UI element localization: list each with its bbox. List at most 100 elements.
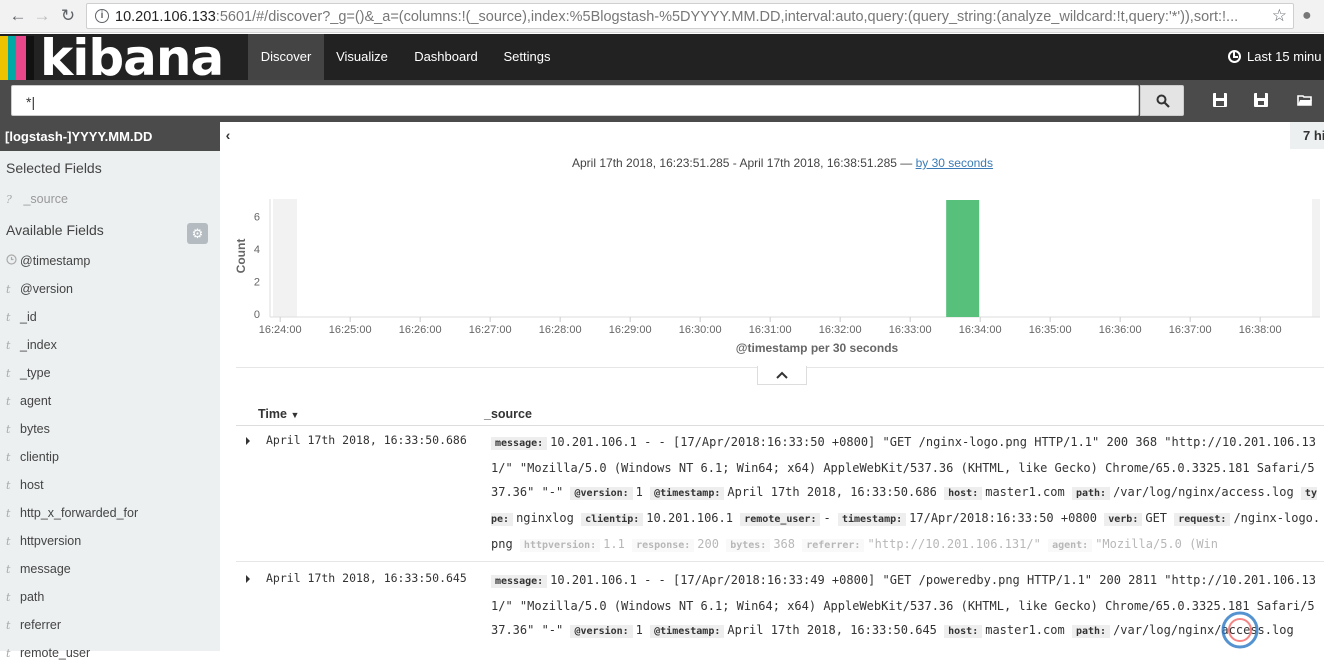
range-start-shade — [273, 199, 297, 317]
index-pattern-selector[interactable]: [logstash-]YYYY.MM.DD — [0, 122, 220, 151]
expand-caret-icon[interactable] — [243, 574, 253, 584]
field-item[interactable]: ? _source — [6, 192, 211, 210]
source-value: 1.1 — [603, 537, 625, 551]
x-tick-label: 16:35:00 — [1029, 324, 1072, 336]
save-icon[interactable] — [1253, 92, 1269, 108]
source-key: path: — [1071, 625, 1111, 638]
field-item[interactable]: @timestamp — [6, 254, 211, 272]
field-item[interactable]: t _index — [6, 338, 211, 356]
field-name: httpversion — [20, 534, 82, 548]
hit-count: 7 hi — [1290, 122, 1324, 149]
source-field: timestamp: 17/Apr/2018:16:33:50 +0800 — [837, 511, 1104, 526]
time-column-header[interactable]: Time ▼ — [258, 407, 299, 421]
bookmark-star-icon[interactable]: ☆ — [1272, 6, 1287, 26]
x-tick-label: 16:25:00 — [329, 324, 372, 336]
x-tick-label: 16:28:00 — [539, 324, 582, 336]
field-name: message — [20, 562, 71, 576]
source-key: response: — [632, 539, 695, 552]
time-column-label: Time — [258, 407, 287, 421]
expand-caret-icon[interactable] — [243, 436, 253, 446]
url-path: :5601/#/discover?_g=()&_a=(columns:!(_so… — [215, 9, 1239, 25]
source-field: @version: 1 — [570, 623, 650, 638]
source-value: "Mozilla/5.0 (Win — [1095, 537, 1219, 551]
field-item[interactable]: t http_x_forwarded_for — [6, 506, 211, 524]
toggle-chart-button[interactable] — [757, 366, 807, 385]
tab-settings[interactable]: Settings — [492, 34, 562, 80]
collapse-sidebar-button[interactable]: ‹ — [220, 122, 236, 149]
x-tick-label: 16:31:00 — [749, 324, 792, 336]
field-item[interactable]: t bytes — [6, 422, 211, 440]
extension-drop-icon[interactable]: ● — [1302, 7, 1312, 25]
histogram-bar — [946, 200, 980, 317]
address-bar[interactable]: i 10.201.106.133:5601/#/discover?_g=()&_… — [86, 3, 1294, 29]
source-key: @version: — [570, 487, 633, 500]
source-value: 200 — [697, 537, 719, 551]
url-text[interactable]: 10.201.106.133:5601/#/discover?_g=()&_a=… — [115, 9, 1265, 25]
tab-discover[interactable]: Discover — [248, 34, 324, 80]
table-row[interactable]: April 17th 2018, 16:33:50.686 message: 10.… — [236, 426, 1324, 562]
x-tick-label: 16:30:00 — [679, 324, 722, 336]
field-name: _source — [23, 192, 68, 206]
field-item[interactable]: t _type — [6, 366, 211, 384]
field-item[interactable]: t _id — [6, 310, 211, 328]
document-source: message: 10.201.106.1 - - [17/Apr/2018:16… — [491, 568, 1321, 658]
time-picker[interactable]: Last 15 minu — [1228, 34, 1321, 80]
time-range-label: April 17th 2018, 16:23:51.285 - April 17… — [572, 156, 993, 170]
back-icon[interactable]: ← — [8, 6, 28, 26]
range-end-shade — [1312, 199, 1320, 317]
field-type-icon: t — [6, 647, 11, 660]
source-value: 1 — [635, 623, 643, 637]
field-type-icon: t — [6, 507, 11, 520]
x-tick-label: 16:33:00 — [889, 324, 932, 336]
kibana-logo[interactable]: kibana — [0, 29, 230, 87]
field-item[interactable]: t path — [6, 590, 211, 608]
y-tick-label: 6 — [254, 211, 260, 223]
search-button[interactable] — [1140, 85, 1184, 116]
available-fields-heading: Available Fields — [6, 222, 104, 238]
x-axis-label: @timestamp per 30 seconds — [736, 341, 899, 355]
field-item[interactable]: t message — [6, 562, 211, 580]
reload-icon[interactable]: ↻ — [58, 6, 78, 26]
field-name: bytes — [20, 422, 50, 436]
source-value: master1.com — [985, 485, 1065, 499]
kibana-navbar: kibana Discover Visualize Dashboard Sett… — [0, 29, 1324, 87]
sort-desc-icon[interactable]: ▼ — [290, 410, 299, 420]
source-field: host: master1.com — [944, 623, 1072, 638]
field-settings-gear-icon[interactable]: ⚙ — [187, 223, 208, 244]
tab-dashboard[interactable]: Dashboard — [400, 34, 492, 80]
source-key: verb: — [1104, 513, 1143, 526]
source-key: @timestamp: — [650, 487, 725, 500]
field-item[interactable]: t host — [6, 478, 211, 496]
field-name: remote_user — [20, 646, 91, 660]
x-tick-label: 16:24:00 — [259, 324, 302, 336]
source-value: nginxlog — [516, 511, 574, 525]
field-item[interactable]: t remote_user — [6, 646, 211, 664]
source-key: referrer: — [802, 539, 865, 552]
query-input[interactable] — [11, 85, 1139, 116]
source-key: @timestamp: — [650, 625, 725, 638]
field-item[interactable]: t agent — [6, 394, 211, 412]
source-value: /var/log/nginx/access.log — [1113, 485, 1294, 499]
new-search-icon[interactable] — [1212, 92, 1228, 108]
table-row[interactable]: April 17th 2018, 16:33:50.645 message: 10.… — [236, 564, 1324, 654]
url-host: 10.201.106.133 — [115, 9, 216, 25]
forward-icon[interactable]: → — [32, 6, 52, 26]
info-icon[interactable]: i — [95, 9, 109, 23]
field-item[interactable]: t referrer — [6, 618, 211, 636]
field-name: _index — [20, 338, 57, 352]
open-folder-icon[interactable] — [1297, 92, 1313, 108]
x-tick-label: 16:38:00 — [1239, 324, 1282, 336]
field-item[interactable]: t clientip — [6, 450, 211, 468]
source-value: - — [823, 511, 831, 525]
logo-stripe — [16, 36, 26, 80]
source-value: 368 — [773, 537, 796, 551]
x-tick-label: 16:32:00 — [819, 324, 862, 336]
field-item[interactable]: t httpversion — [6, 534, 211, 552]
interval-link[interactable]: by 30 seconds — [916, 156, 993, 170]
source-field: path:/var/log/nginx/access.log — [1071, 485, 1301, 500]
logo-stripe — [8, 36, 16, 80]
field-item[interactable]: t @version — [6, 282, 211, 300]
tab-visualize[interactable]: Visualize — [324, 34, 400, 80]
field-type-icon: t — [6, 479, 11, 492]
field-name: host — [20, 478, 44, 492]
